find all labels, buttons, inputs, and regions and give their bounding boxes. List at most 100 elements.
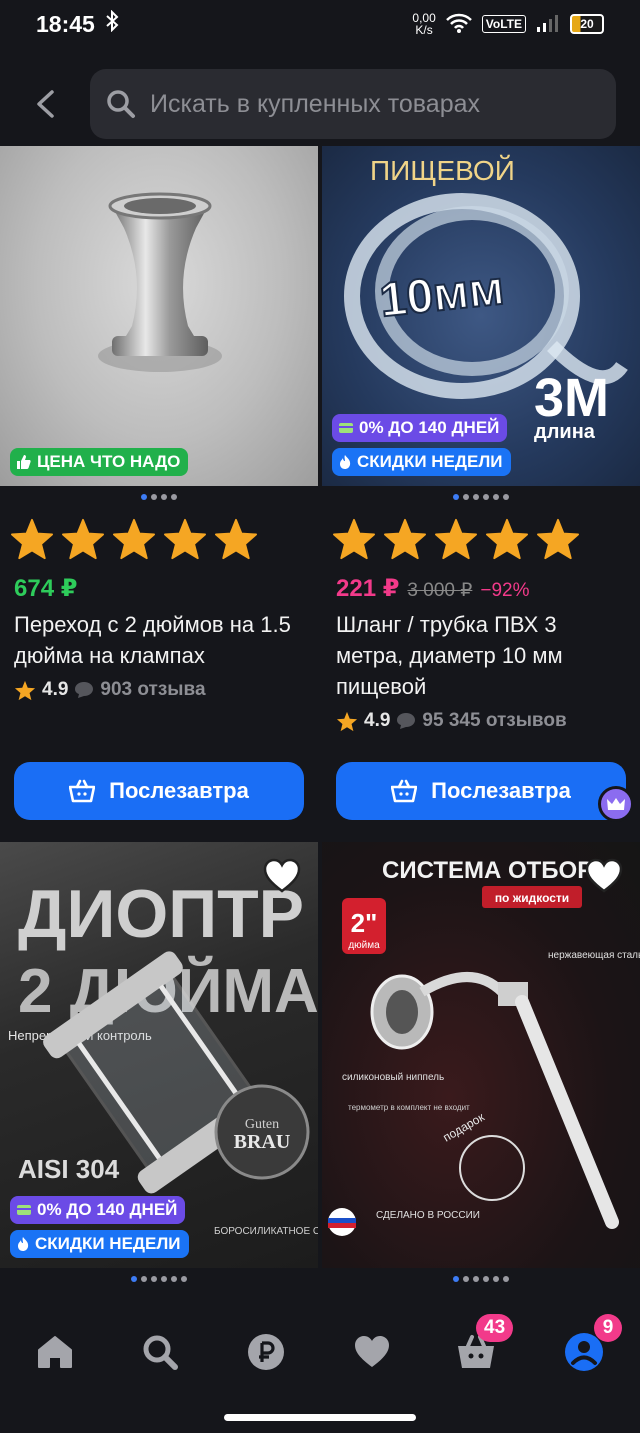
old-price: 3 000 ₽: [407, 580, 473, 601]
pagination-dot: [473, 1276, 479, 1282]
image-text: AISI 304: [18, 1154, 120, 1184]
star-icon: [537, 518, 579, 560]
pagination-dot: [473, 494, 479, 500]
still-system-illustration: СИСТЕМА ОТБОРА по жидкости 2" дюйма нерж…: [328, 857, 640, 1236]
fire-icon: [18, 1237, 29, 1251]
comment-icon: [75, 682, 94, 698]
badge-installment: 0% ДО 140 ДНЕЙ: [332, 414, 508, 442]
wifi-icon: [445, 13, 472, 36]
star-icon: [486, 518, 528, 560]
signal-icon: [536, 13, 560, 36]
product-card[interactable]: ЦЕНА ЧТО НАДО 674 ₽ Переход с 2 дюймов н…: [0, 146, 318, 834]
product-title[interactable]: Шланг / трубка ПВХ 3 метра, диаметр 10 м…: [322, 603, 640, 702]
image-text: 10мм: [377, 262, 506, 328]
rating-summary: 4.9 903 отзыва: [0, 671, 318, 701]
ruble-icon: [248, 1334, 284, 1370]
pagination-dot: [141, 494, 147, 500]
product-image[interactable]: ЦЕНА ЧТО НАДО: [0, 146, 318, 486]
nav-cart[interactable]: 43: [446, 1314, 514, 1382]
star-icon: [14, 680, 36, 700]
net-speed-unit: K/s: [415, 23, 433, 37]
badge-label: 0% ДО 140 ДНЕЙ: [37, 1200, 178, 1219]
product-card[interactable]: ПИЩЕВОЙ 10мм 3М длина 0% ДО 140 ДНЕЙ СКИ…: [322, 146, 640, 834]
badge-label: 0% ДО 140 ДНЕЙ: [359, 418, 500, 437]
home-icon: [38, 1336, 72, 1368]
comment-icon: [397, 713, 416, 729]
product-card[interactable]: ДИОПТР 2 ДЮЙМА Непрерывный контроль AISI…: [0, 842, 318, 1302]
favorite-button[interactable]: [262, 858, 302, 899]
chevron-left-icon: [37, 90, 54, 118]
star-icon: [333, 518, 375, 560]
back-button[interactable]: [0, 66, 90, 142]
pagination-dot: [171, 1276, 177, 1282]
badge-label: ЦЕНА ЧТО НАДО: [37, 452, 181, 471]
rating-stars[interactable]: [0, 508, 318, 560]
heart-icon: [263, 858, 301, 893]
bottom-nav: 43 9: [0, 1302, 640, 1433]
pagination-dot: [483, 494, 489, 500]
bluetooth-icon: [105, 9, 119, 38]
rating-stars[interactable]: [322, 508, 640, 560]
image-text: термометр в комплект не входит: [348, 1103, 470, 1112]
search-input[interactable]: [150, 89, 590, 119]
pagination-dot: [151, 1276, 157, 1282]
reviews-count: 903 отзыва: [100, 679, 206, 700]
image-pagination: [0, 486, 318, 508]
profile-count-badge: 9: [594, 1314, 622, 1342]
wallet-icon: [339, 423, 353, 433]
price: 674 ₽: [14, 575, 78, 602]
nav-favorites[interactable]: [342, 1322, 402, 1382]
pagination-dot: [493, 1276, 499, 1282]
search-bar[interactable]: [90, 69, 616, 139]
image-text: по жидкости: [495, 891, 569, 905]
delivery-button[interactable]: Послезавтра: [14, 762, 304, 820]
price-row: 674 ₽: [0, 560, 318, 603]
image-text: длина: [534, 421, 596, 443]
price-row: 221 ₽ 3 000 ₽ −92%: [322, 560, 640, 603]
image-pagination: [0, 1268, 318, 1290]
star-icon: [112, 518, 155, 560]
heart-icon: [355, 1336, 389, 1367]
image-text: 3М: [534, 368, 609, 428]
image-text: нержавеющая сталь: [548, 950, 640, 961]
adapter-illustration: [98, 192, 222, 372]
badge-label: СКИДКИ НЕДЕЛИ: [357, 452, 503, 471]
search-icon: [107, 90, 135, 118]
product-image[interactable]: ДИОПТР 2 ДЮЙМА Непрерывный контроль AISI…: [0, 842, 318, 1268]
pagination-dot: [463, 494, 469, 500]
premium-badge[interactable]: [598, 786, 634, 822]
cart-icon: [69, 779, 96, 803]
nav-profile[interactable]: 9: [554, 1314, 622, 1382]
pagination-dot: [493, 494, 499, 500]
badges: ЦЕНА ЧТО НАДО: [10, 448, 189, 476]
pagination-dot: [131, 1276, 137, 1282]
product-title[interactable]: Переход с 2 дюймов на 1.5 дюйма на кламп…: [0, 603, 318, 671]
pagination-dot: [503, 494, 509, 500]
image-text: СИСТЕМА ОТБОРА: [382, 857, 608, 884]
wallet-icon: [17, 1205, 31, 1215]
product-image[interactable]: СИСТЕМА ОТБОРА по жидкости 2" дюйма нерж…: [322, 842, 640, 1268]
delivery-button[interactable]: Послезавтра: [336, 762, 626, 820]
image-text: силиконовый ниппель: [342, 1072, 444, 1083]
badge-sale: СКИДКИ НЕДЕЛИ: [332, 448, 511, 476]
battery-level: 20: [580, 17, 594, 31]
pagination-dot: [503, 1276, 509, 1282]
image-text: ПИЩЕВОЙ: [370, 155, 515, 186]
badge-installment: 0% ДО 140 ДНЕЙ: [10, 1196, 186, 1224]
image-text: дюйма: [348, 940, 380, 951]
badge-price: ЦЕНА ЧТО НАДО: [10, 448, 189, 476]
nav-search[interactable]: [130, 1322, 190, 1382]
pagination-dot: [151, 494, 157, 500]
home-indicator: [224, 1414, 416, 1421]
rating-summary: 4.9 95 345 отзывов: [322, 702, 640, 732]
favorite-button[interactable]: [584, 858, 624, 899]
nav-finance[interactable]: [236, 1322, 296, 1382]
star-icon: [384, 518, 426, 560]
crown-icon: [607, 798, 625, 810]
star-icon: [215, 518, 257, 560]
net-speed: 0,00 K/s: [412, 12, 435, 36]
pagination-dot: [171, 494, 177, 500]
product-image[interactable]: ПИЩЕВОЙ 10мм 3М длина 0% ДО 140 ДНЕЙ СКИ…: [322, 146, 640, 486]
product-card[interactable]: СИСТЕМА ОТБОРА по жидкости 2" дюйма нерж…: [322, 842, 640, 1302]
nav-home[interactable]: [25, 1322, 85, 1382]
